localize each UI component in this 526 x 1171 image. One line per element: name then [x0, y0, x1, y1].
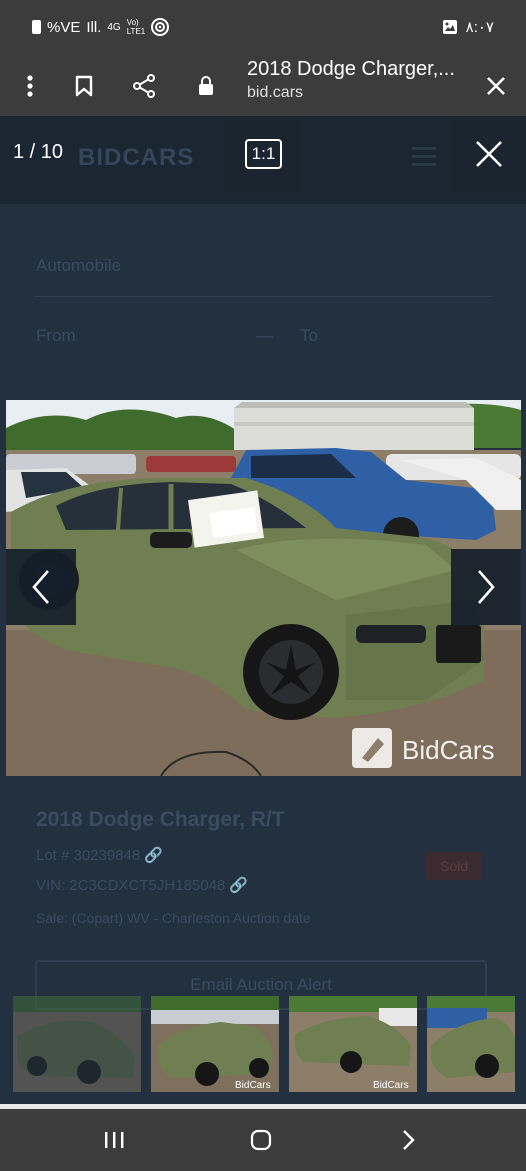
hotspot-icon	[151, 18, 170, 36]
next-image-button[interactable]	[451, 549, 521, 625]
range-dash: —	[256, 326, 273, 345]
volte-indicator: Vo) LTE1	[127, 18, 146, 36]
battery-icon	[32, 20, 41, 34]
signal-text: Ill.	[86, 18, 102, 36]
filter-type: Automobile	[36, 256, 122, 275]
thumb-watermark-3: BidCars	[373, 1080, 409, 1091]
gallery-notification-icon	[442, 20, 457, 34]
filter-divider	[34, 296, 492, 297]
thumbnail-4[interactable]	[427, 996, 515, 1092]
status-bar: %VE Ill. 4G Vo) LTE1 ٨:٠٧	[0, 0, 526, 56]
volte-bottom: LTE1	[126, 27, 146, 36]
status-right: ٨:٠٧	[442, 18, 494, 36]
browser-toolbar: 2018 Dodge Charger,... bid.cars	[0, 56, 526, 116]
chevron-left-icon	[32, 570, 49, 604]
lock-icon[interactable]	[186, 66, 226, 106]
system-nav-bar	[0, 1109, 526, 1171]
bookmark-icon[interactable]	[64, 66, 104, 106]
menu-dots-icon[interactable]	[10, 66, 50, 106]
close-viewer-button[interactable]	[451, 116, 526, 192]
to-label: To	[300, 326, 318, 345]
thumbnail-3[interactable]: BidCars	[289, 996, 417, 1092]
page-url[interactable]: bid.cars	[247, 84, 303, 102]
clock: ٨:٠٧	[465, 19, 494, 36]
main-photo[interactable]: BidCars	[6, 400, 521, 776]
vin-line: VIN: 2C3CDXCT5JH185048 🔗	[36, 877, 249, 894]
lot-line: Lot # 30239848 🔗	[36, 847, 164, 864]
thumbnail-2[interactable]: BidCars	[151, 996, 279, 1092]
thumb-watermark-2: BidCars	[235, 1080, 271, 1091]
page-title[interactable]: 2018 Dodge Charger,...	[247, 58, 455, 81]
home-icon[interactable]	[241, 1123, 281, 1157]
zoom-label: 1:1	[244, 139, 283, 169]
volte-top: Vo)	[126, 18, 139, 27]
thumbnail-1[interactable]	[13, 996, 141, 1092]
battery-text: %VE	[47, 18, 81, 36]
recent-apps-icon[interactable]	[94, 1123, 134, 1157]
thumbnail-strip: BidCars BidCars	[0, 996, 526, 1092]
back-icon[interactable]	[388, 1123, 428, 1157]
status-badge: Sold	[426, 852, 482, 880]
from-label: From	[36, 326, 76, 345]
image-counter: 1 / 10	[13, 141, 64, 163]
chevron-right-icon	[478, 570, 495, 604]
watermark-text: BidCars	[402, 735, 494, 765]
location-line: Sale: (Copart) WV - Charleston Auction d…	[36, 910, 311, 926]
network-text: 4G	[107, 21, 121, 33]
previous-image-button[interactable]	[6, 549, 76, 625]
car-photo: BidCars	[6, 400, 521, 776]
status-left: %VE Ill. 4G Vo) LTE1	[32, 18, 170, 36]
close-tab-icon[interactable]	[476, 66, 516, 106]
listing-title: 2018 Dodge Charger, R/T	[36, 808, 285, 831]
share-icon[interactable]	[124, 66, 164, 106]
zoom-button[interactable]: 1:1	[225, 116, 302, 192]
close-icon	[475, 141, 502, 167]
